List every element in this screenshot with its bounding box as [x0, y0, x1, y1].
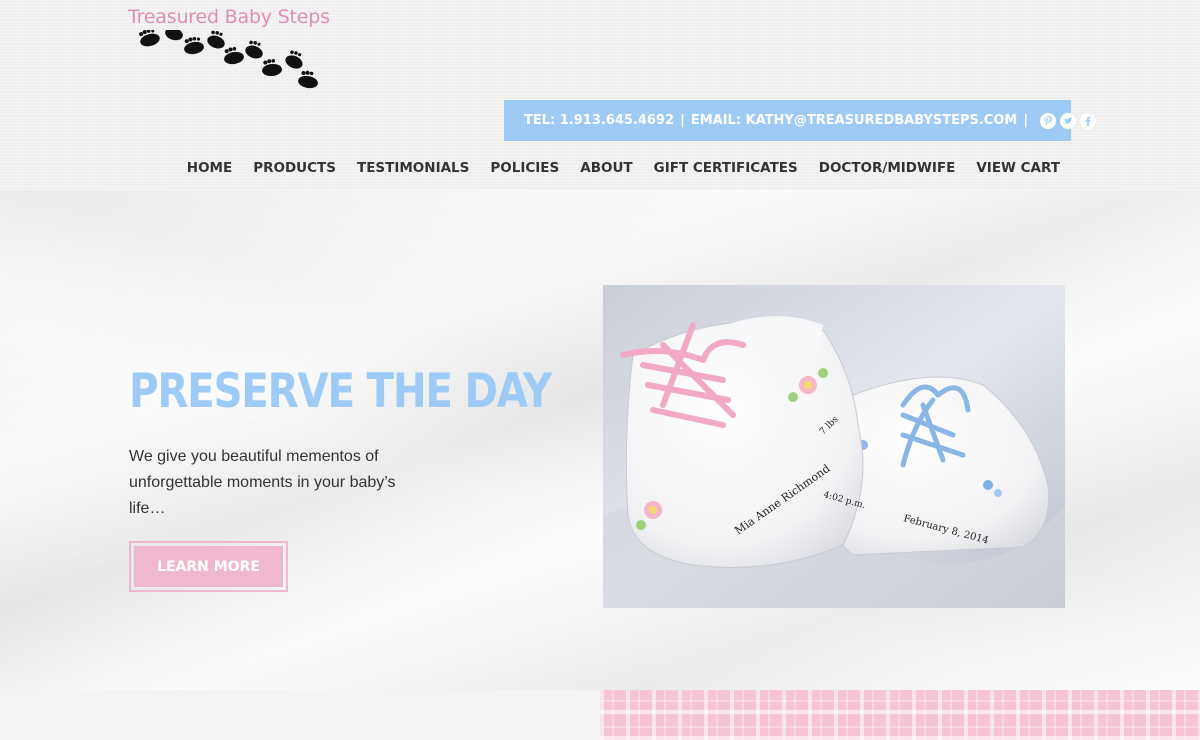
nav-item-policies[interactable]: POLICIES: [490, 160, 559, 180]
learn-more-button[interactable]: LEARN MORE: [134, 546, 283, 587]
email-link[interactable]: EMAIL: KATHY@TREASUREDBABYSTEPS.COM: [691, 113, 1017, 128]
nav-item-view-cart[interactable]: VIEW CART: [976, 160, 1060, 180]
lower-section-left: [0, 690, 600, 740]
baby-shoes-photo: Mia Anne Richmond 7 lbs 4:02 p.m. Februa…: [603, 285, 1065, 608]
phone-link[interactable]: TEL: 1.913.645.4692: [524, 113, 674, 128]
nav-item-about[interactable]: ABOUT: [580, 160, 632, 180]
hero-section: PRESERVE THE DAY We give you beautiful m…: [0, 190, 1200, 690]
hero-title: PRESERVE THE DAY: [129, 364, 552, 419]
separator: |: [1023, 113, 1029, 128]
site-logo[interactable]: Treasured Baby Steps: [128, 6, 330, 96]
separator: |: [680, 113, 685, 128]
pinterest-icon[interactable]: [1040, 112, 1057, 129]
nav-item-gift-certificates[interactable]: GIFT CERTIFICATES: [654, 160, 798, 180]
contact-bar: TEL: 1.913.645.4692 | EMAIL: KATHY@TREAS…: [504, 100, 1097, 141]
site-header: Treasured Baby Steps TEL: 1.913.645.4692…: [0, 0, 1200, 190]
main-nav: HOME PRODUCTS TESTIMONIALS POLICIES ABOU…: [187, 160, 1060, 180]
social-icons: [1040, 112, 1097, 129]
logo-text: Treasured Baby Steps: [128, 6, 330, 28]
nav-item-products[interactable]: PRODUCTS: [253, 160, 336, 180]
plaid-decoration: [600, 690, 1200, 740]
twitter-icon[interactable]: [1060, 112, 1077, 129]
nav-item-testimonials[interactable]: TESTIMONIALS: [357, 160, 469, 180]
hero-text: We give you beautiful mementos of unforg…: [129, 448, 396, 517]
nav-item-home[interactable]: HOME: [187, 160, 232, 180]
facebook-icon[interactable]: [1080, 112, 1097, 129]
footprints-icon: [139, 30, 318, 89]
nav-item-doctor-midwife[interactable]: DOCTOR/MIDWIFE: [819, 160, 956, 180]
learn-more-button-frame[interactable]: LEARN MORE: [129, 541, 288, 592]
